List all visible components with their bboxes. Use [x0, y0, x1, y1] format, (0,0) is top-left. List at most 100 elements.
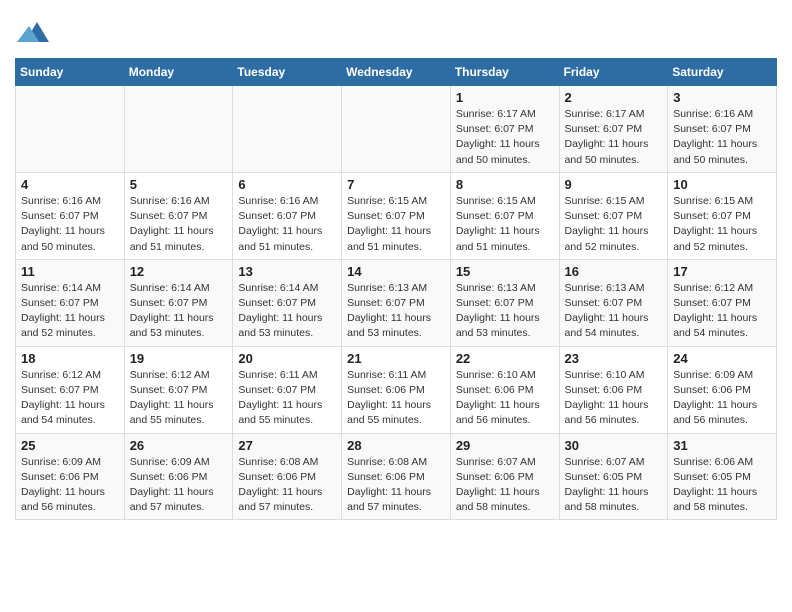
day-info: Sunrise: 6:14 AM Sunset: 6:07 PM Dayligh…	[21, 281, 119, 342]
calendar-cell: 13 Sunrise: 6:14 AM Sunset: 6:07 PM Dayli…	[233, 259, 342, 346]
day-number: 13	[238, 264, 336, 279]
day-info: Sunrise: 6:13 AM Sunset: 6:07 PM Dayligh…	[347, 281, 445, 342]
day-info: Sunrise: 6:16 AM Sunset: 6:07 PM Dayligh…	[673, 107, 771, 168]
calendar-cell	[233, 86, 342, 173]
day-header-thursday: Thursday	[450, 59, 559, 86]
calendar-cell: 20 Sunrise: 6:11 AM Sunset: 6:07 PM Dayli…	[233, 346, 342, 433]
calendar-cell: 3 Sunrise: 6:16 AM Sunset: 6:07 PM Daylig…	[668, 86, 777, 173]
day-info: Sunrise: 6:11 AM Sunset: 6:07 PM Dayligh…	[238, 368, 336, 429]
day-number: 14	[347, 264, 445, 279]
calendar-cell	[16, 86, 125, 173]
calendar-cell: 29Sunrise: 6:07 AM Sunset: 6:06 PM Dayli…	[450, 433, 559, 520]
header-row: SundayMondayTuesdayWednesdayThursdayFrid…	[16, 59, 777, 86]
day-number: 31	[673, 438, 771, 453]
calendar-cell: 25 Sunrise: 6:09 AM Sunset: 6:06 PM Dayli…	[16, 433, 125, 520]
calendar-body: 1 Sunrise: 6:17 AM Sunset: 6:07 PM Daylig…	[16, 86, 777, 520]
page-header	[15, 10, 777, 50]
day-number: 15	[456, 264, 554, 279]
week-row-2: 4 Sunrise: 6:16 AM Sunset: 6:07 PM Daylig…	[16, 172, 777, 259]
day-number: 22	[456, 351, 554, 366]
day-info: Sunrise: 6:13 AM Sunset: 6:07 PM Dayligh…	[565, 281, 663, 342]
day-number: 24	[673, 351, 771, 366]
day-info: Sunrise: 6:16 AM Sunset: 6:07 PM Dayligh…	[21, 194, 119, 255]
week-row-1: 1 Sunrise: 6:17 AM Sunset: 6:07 PM Daylig…	[16, 86, 777, 173]
day-number: 12	[130, 264, 228, 279]
calendar-table: SundayMondayTuesdayWednesdayThursdayFrid…	[15, 58, 777, 520]
day-info: Sunrise: 6:16 AM Sunset: 6:07 PM Dayligh…	[130, 194, 228, 255]
calendar-cell: 2Sunrise: 6:17 AM Sunset: 6:07 PM Daylig…	[559, 86, 668, 173]
calendar-header: SundayMondayTuesdayWednesdayThursdayFrid…	[16, 59, 777, 86]
day-info: Sunrise: 6:07 AM Sunset: 6:06 PM Dayligh…	[456, 455, 554, 516]
day-number: 17	[673, 264, 771, 279]
day-header-friday: Friday	[559, 59, 668, 86]
day-header-tuesday: Tuesday	[233, 59, 342, 86]
day-header-wednesday: Wednesday	[342, 59, 451, 86]
day-info: Sunrise: 6:06 AM Sunset: 6:05 PM Dayligh…	[673, 455, 771, 516]
day-info: Sunrise: 6:15 AM Sunset: 6:07 PM Dayligh…	[673, 194, 771, 255]
day-number: 4	[21, 177, 119, 192]
day-number: 19	[130, 351, 228, 366]
calendar-cell: 5 Sunrise: 6:16 AM Sunset: 6:07 PM Daylig…	[124, 172, 233, 259]
calendar-cell: 12 Sunrise: 6:14 AM Sunset: 6:07 PM Dayli…	[124, 259, 233, 346]
week-row-3: 11 Sunrise: 6:14 AM Sunset: 6:07 PM Dayli…	[16, 259, 777, 346]
day-info: Sunrise: 6:15 AM Sunset: 6:07 PM Dayligh…	[347, 194, 445, 255]
day-info: Sunrise: 6:12 AM Sunset: 6:07 PM Dayligh…	[673, 281, 771, 342]
day-number: 16	[565, 264, 663, 279]
day-info: Sunrise: 6:10 AM Sunset: 6:06 PM Dayligh…	[456, 368, 554, 429]
day-header-saturday: Saturday	[668, 59, 777, 86]
day-info: Sunrise: 6:09 AM Sunset: 6:06 PM Dayligh…	[21, 455, 119, 516]
calendar-cell: 9Sunrise: 6:15 AM Sunset: 6:07 PM Daylig…	[559, 172, 668, 259]
calendar-cell: 8 Sunrise: 6:15 AM Sunset: 6:07 PM Daylig…	[450, 172, 559, 259]
day-number: 10	[673, 177, 771, 192]
day-number: 20	[238, 351, 336, 366]
day-info: Sunrise: 6:15 AM Sunset: 6:07 PM Dayligh…	[456, 194, 554, 255]
calendar-cell: 22 Sunrise: 6:10 AM Sunset: 6:06 PM Dayli…	[450, 346, 559, 433]
day-number: 30	[565, 438, 663, 453]
day-number: 5	[130, 177, 228, 192]
calendar-cell: 24 Sunrise: 6:09 AM Sunset: 6:06 PM Dayli…	[668, 346, 777, 433]
day-info: Sunrise: 6:14 AM Sunset: 6:07 PM Dayligh…	[130, 281, 228, 342]
day-info: Sunrise: 6:14 AM Sunset: 6:07 PM Dayligh…	[238, 281, 336, 342]
day-info: Sunrise: 6:11 AM Sunset: 6:06 PM Dayligh…	[347, 368, 445, 429]
day-header-sunday: Sunday	[16, 59, 125, 86]
calendar-cell: 11 Sunrise: 6:14 AM Sunset: 6:07 PM Dayli…	[16, 259, 125, 346]
calendar-cell	[342, 86, 451, 173]
calendar-cell: 30Sunrise: 6:07 AM Sunset: 6:05 PM Dayli…	[559, 433, 668, 520]
day-info: Sunrise: 6:08 AM Sunset: 6:06 PM Dayligh…	[347, 455, 445, 516]
day-number: 9	[565, 177, 663, 192]
day-number: 2	[565, 90, 663, 105]
day-number: 1	[456, 90, 554, 105]
calendar-cell: 21 Sunrise: 6:11 AM Sunset: 6:06 PM Dayli…	[342, 346, 451, 433]
day-info: Sunrise: 6:12 AM Sunset: 6:07 PM Dayligh…	[130, 368, 228, 429]
calendar-cell: 10 Sunrise: 6:15 AM Sunset: 6:07 PM Dayli…	[668, 172, 777, 259]
day-info: Sunrise: 6:17 AM Sunset: 6:07 PM Dayligh…	[456, 107, 554, 168]
logo	[15, 18, 49, 50]
calendar-cell	[124, 86, 233, 173]
day-number: 26	[130, 438, 228, 453]
day-number: 3	[673, 90, 771, 105]
day-number: 8	[456, 177, 554, 192]
day-number: 23	[565, 351, 663, 366]
day-number: 21	[347, 351, 445, 366]
day-number: 6	[238, 177, 336, 192]
day-info: Sunrise: 6:10 AM Sunset: 6:06 PM Dayligh…	[565, 368, 663, 429]
day-number: 11	[21, 264, 119, 279]
calendar-cell: 15Sunrise: 6:13 AM Sunset: 6:07 PM Dayli…	[450, 259, 559, 346]
day-number: 25	[21, 438, 119, 453]
calendar-cell: 16 Sunrise: 6:13 AM Sunset: 6:07 PM Dayli…	[559, 259, 668, 346]
calendar-cell: 27 Sunrise: 6:08 AM Sunset: 6:06 PM Dayli…	[233, 433, 342, 520]
day-number: 7	[347, 177, 445, 192]
calendar-cell: 7 Sunrise: 6:15 AM Sunset: 6:07 PM Daylig…	[342, 172, 451, 259]
day-info: Sunrise: 6:09 AM Sunset: 6:06 PM Dayligh…	[673, 368, 771, 429]
day-number: 27	[238, 438, 336, 453]
day-info: Sunrise: 6:08 AM Sunset: 6:06 PM Dayligh…	[238, 455, 336, 516]
day-info: Sunrise: 6:09 AM Sunset: 6:06 PM Dayligh…	[130, 455, 228, 516]
day-info: Sunrise: 6:16 AM Sunset: 6:07 PM Dayligh…	[238, 194, 336, 255]
calendar-cell: 14 Sunrise: 6:13 AM Sunset: 6:07 PM Dayli…	[342, 259, 451, 346]
day-number: 18	[21, 351, 119, 366]
calendar-cell: 26 Sunrise: 6:09 AM Sunset: 6:06 PM Dayli…	[124, 433, 233, 520]
calendar-cell: 19 Sunrise: 6:12 AM Sunset: 6:07 PM Dayli…	[124, 346, 233, 433]
calendar-cell: 28Sunrise: 6:08 AM Sunset: 6:06 PM Dayli…	[342, 433, 451, 520]
day-header-monday: Monday	[124, 59, 233, 86]
logo-icon	[17, 18, 49, 50]
